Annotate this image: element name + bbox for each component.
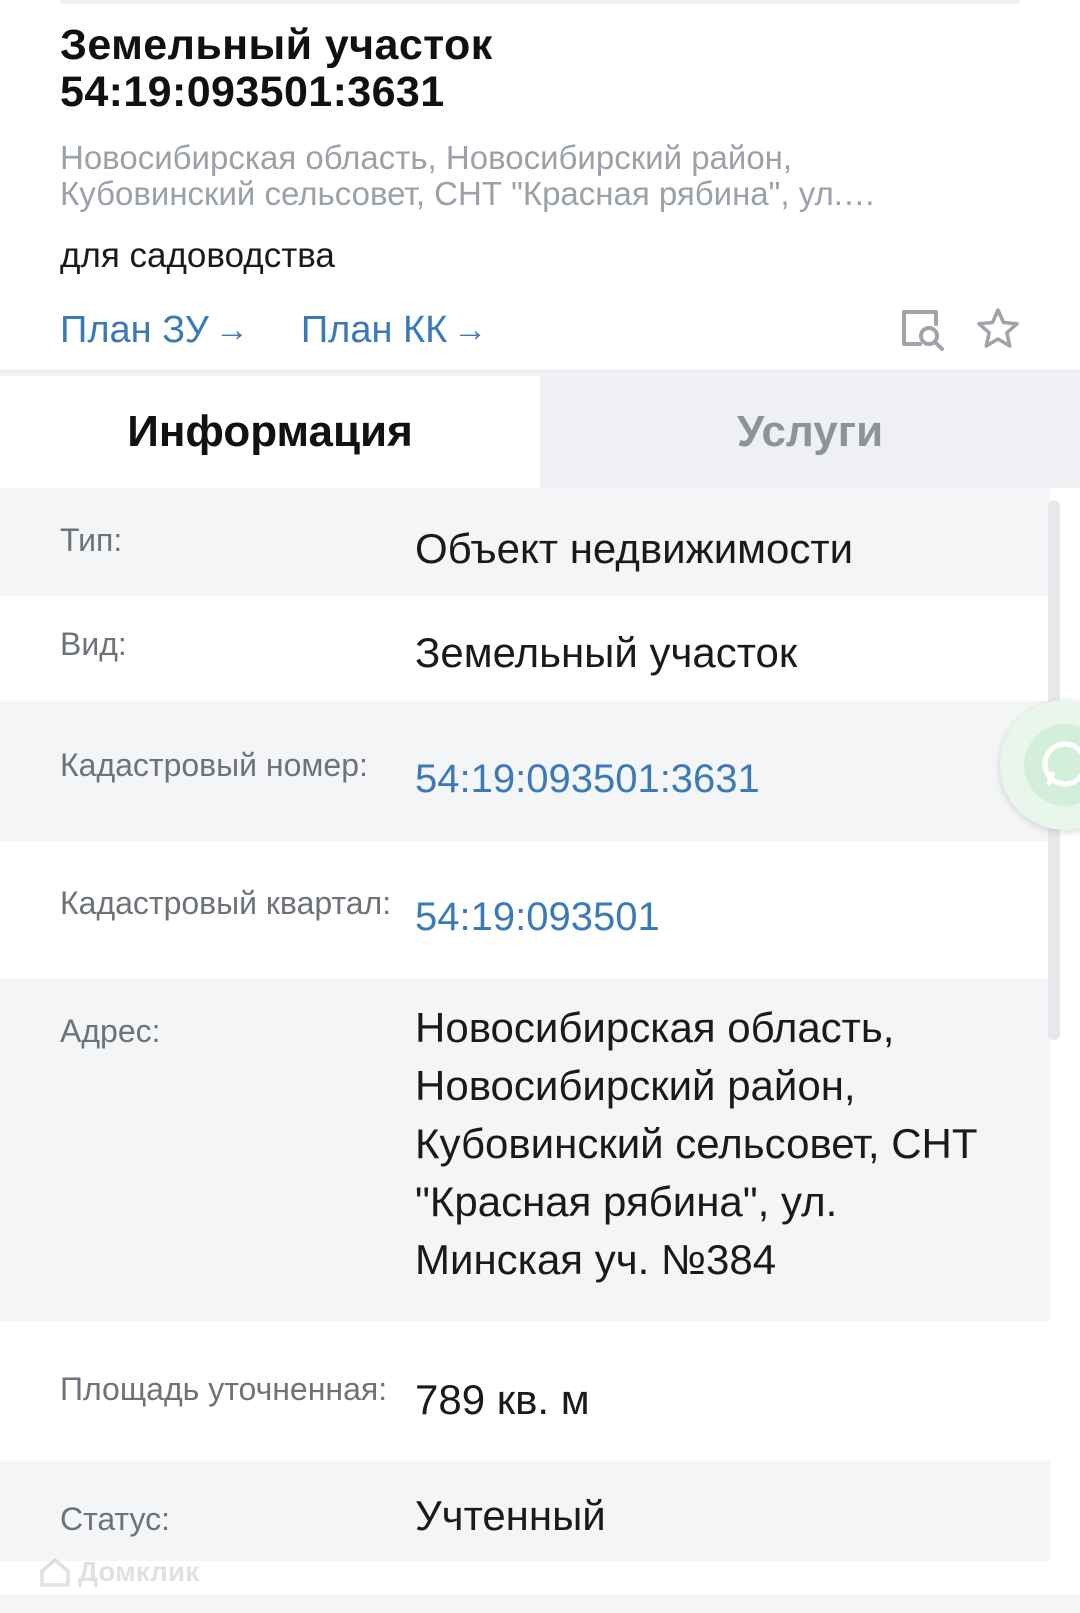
info-value: Земельный участок [415, 629, 798, 676]
info-value: Объект недвижимости [415, 525, 854, 572]
info-label: Адрес: [60, 1013, 161, 1049]
tab-information[interactable]: Информация [0, 376, 540, 488]
cadastral-quarter-link[interactable]: 54:19:093501 [415, 883, 1050, 979]
plan-zu-link[interactable]: План ЗУ → [60, 309, 249, 352]
domclick-watermark: Домклик [38, 1555, 199, 1589]
domclick-logo [40, 1558, 70, 1587]
arrow-right-icon: → [453, 310, 488, 349]
page: Земельный участок 54:19:093501:3631 Ново… [0, 0, 1080, 1613]
info-value: Учтенный [415, 1492, 606, 1539]
star-icon [977, 308, 1019, 348]
address-summary: Новосибирская область, Новосибирский рай… [60, 140, 843, 212]
tab-services[interactable]: Услуги [540, 376, 1080, 488]
favorite-button[interactable] [971, 302, 1025, 356]
cadastral-number-link[interactable]: 54:19:093501:3631 [415, 745, 1050, 841]
plan-links: План ЗУ → План КК → [60, 300, 1020, 360]
info-label: Площадь уточненная: [60, 1371, 388, 1407]
info-row-type: Тип: Объект недвижимости [0, 488, 1050, 596]
info-label: Кадастровый номер: [60, 747, 368, 783]
info-label: Тип: [60, 522, 123, 558]
map-search-icon [902, 310, 944, 351]
page-title: Земельный участок 54:19:093501:3631 [60, 21, 493, 116]
info-value: 789 кв. м [415, 1376, 590, 1423]
info-row-address: Адрес: Новосибирская область, Новосибирс… [0, 979, 1050, 1321]
info-row-cadastral-number: Кадастровый номер: 54:19:093501:3631 [0, 701, 1050, 841]
info-label: Статус: [60, 1501, 171, 1537]
whatsapp-icon-bg [1024, 724, 1080, 806]
bottom-edge [0, 1595, 1080, 1613]
info-row-kind: Вид: Земельный участок [0, 596, 1050, 701]
plan-zu-label: План ЗУ [60, 308, 209, 351]
info-label: Вид: [60, 626, 127, 662]
info-row-area: Площадь уточненная: 789 кв. м [0, 1321, 1050, 1461]
arrow-right-icon: → [214, 310, 249, 349]
info-label: Кадастровый квартал: [60, 885, 392, 921]
info-row-status: Статус: Учтенный [0, 1461, 1050, 1561]
map-search-button[interactable] [896, 302, 950, 356]
info-row-cadastral-quarter: Кадастровый квартал: 54:19:093501 [0, 841, 1050, 979]
info-list: Тип: Объект недвижимости Вид: Земельный … [0, 488, 1050, 1561]
plan-kk-label: План КК [300, 308, 448, 351]
tabs: Информация Услуги [0, 376, 1080, 488]
land-purpose: для садоводства [60, 236, 335, 275]
watermark-text: Домклик [78, 1556, 200, 1587]
whatsapp-icon [1042, 741, 1080, 787]
plan-kk-link[interactable]: План КК → [301, 309, 487, 352]
object-header: Земельный участок 54:19:093501:3631 Ново… [0, 0, 1080, 378]
info-value: Новосибирская область, Новосибирский рай… [415, 1004, 978, 1283]
